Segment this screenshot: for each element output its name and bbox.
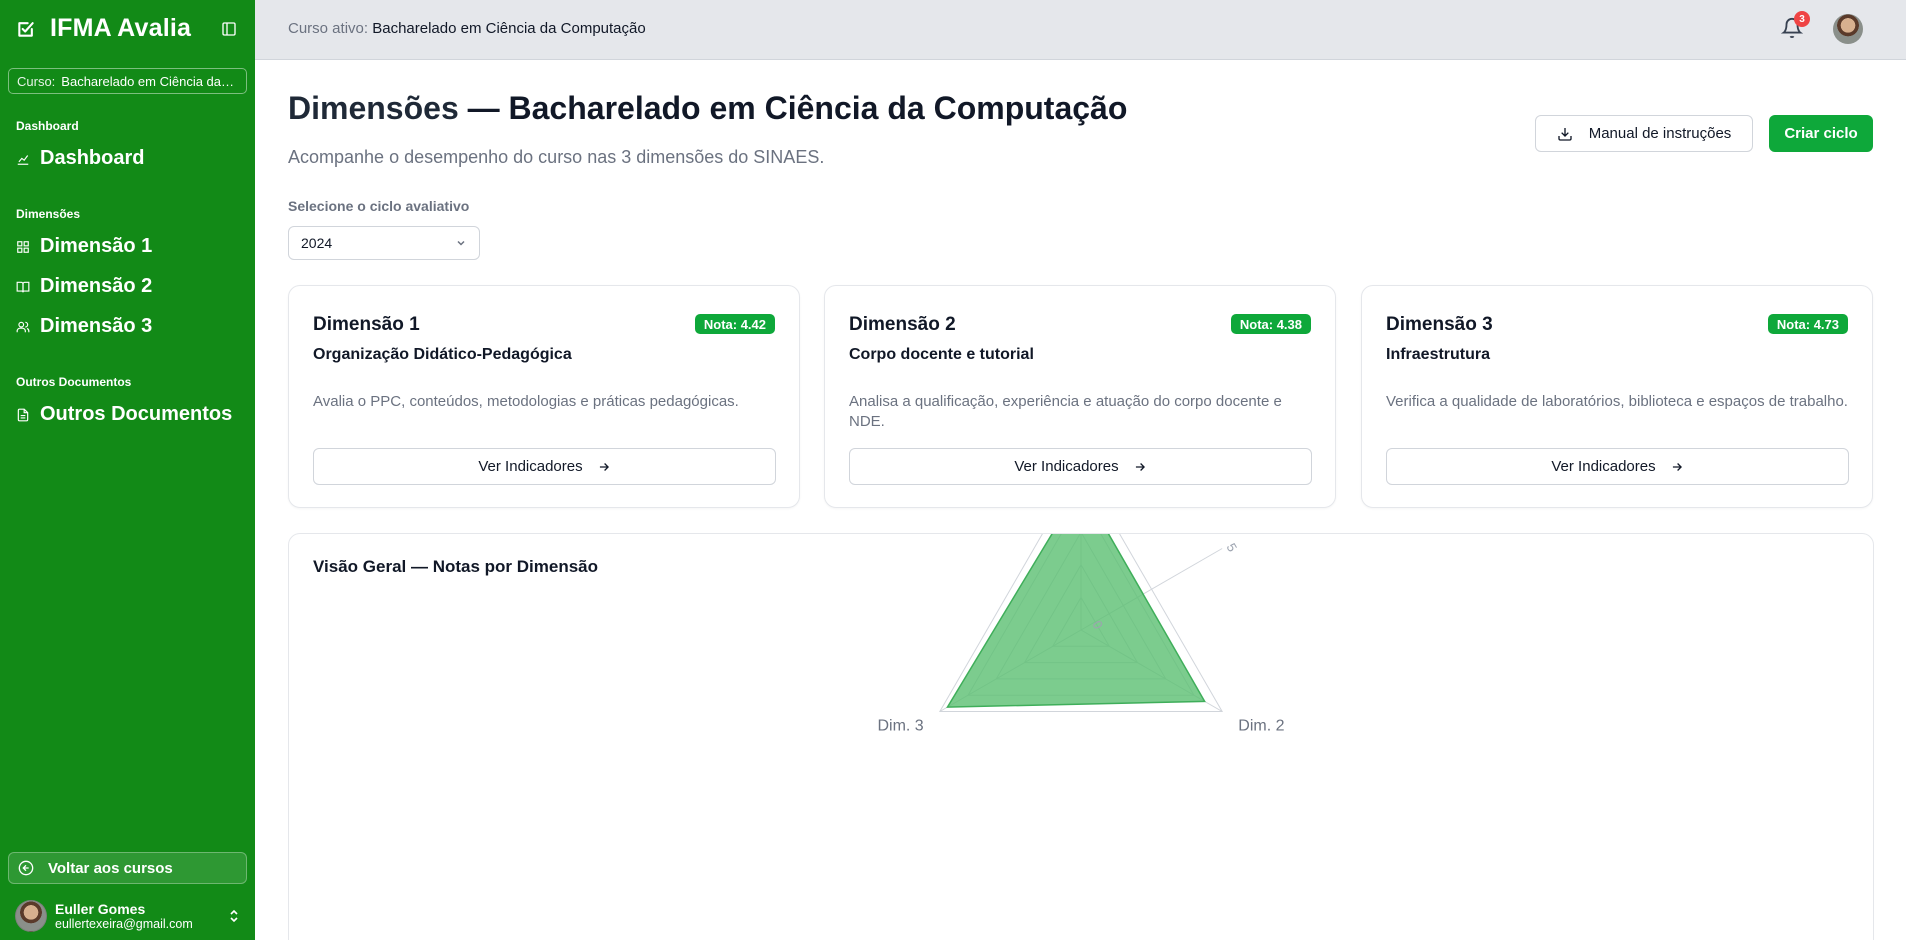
cycle-select[interactable]: 2024 (288, 226, 480, 260)
header-avatar[interactable] (1833, 14, 1863, 44)
document-icon (17, 408, 29, 421)
radar-category-label: Dim. 3 (877, 718, 923, 735)
dimension-card-subtitle: Organização Didático-Pedagógica (313, 346, 572, 363)
sidebar-item-dimensao-1[interactable]: Dimensão 1 (16, 235, 152, 258)
chevron-down-icon (457, 240, 465, 246)
page-subtitle: Acompanhe o desempenho do curso nas 3 di… (288, 147, 825, 167)
radar-series-area (946, 534, 1206, 708)
view-indicators-label: Ver Indicadores (478, 458, 583, 475)
dimension-card-3: Dimensão 3 Nota: 4.73 Infraestrutura Ver… (1361, 285, 1873, 508)
user-email: eullertexeira@gmail.com (55, 917, 193, 931)
page-title: Dimensões — Bacharelado em Ciência da Co… (288, 90, 1127, 127)
avatar (15, 900, 47, 932)
overview-chart-card: Visão Geral — Notas por Dimensão 0 5 Dim. … (288, 533, 1874, 940)
score-badge: Nota: 4.38 (1230, 314, 1311, 334)
cycle-select-label: Selecione o ciclo avaliativo (288, 198, 470, 214)
active-course-label: Curso ativo: (288, 20, 369, 37)
dimension-card-subtitle: Infraestrutura (1386, 346, 1491, 363)
arrow-right-icon (1672, 462, 1682, 471)
view-indicators-button[interactable]: Ver Indicadores (1386, 448, 1849, 485)
radar-category-label: Dim. 2 (1238, 718, 1284, 735)
dimension-card-description: Analisa a qualificação, experiência e at… (849, 393, 1282, 430)
sidebar-item-label: Dimensão 1 (40, 235, 153, 257)
sidebar-item-dashboard[interactable]: Dashboard (16, 147, 144, 170)
dimension-card-subtitle: Corpo docente e tutorial (849, 346, 1034, 363)
course-chip[interactable]: Curso: Bacharelado em Ciência da Computa… (8, 68, 247, 94)
sidebar: IFMA Avalia Curso: Bacharelado em Ciênci… (0, 0, 255, 940)
page-title-part2: — Bacharelado em Ciência da Computação (458, 90, 1128, 126)
sidebar-toggle-icon[interactable] (221, 21, 237, 37)
brand[interactable]: IFMA Avalia (16, 14, 191, 43)
nav-group-dimensoes: Dimensões (16, 207, 81, 221)
dimension-card-description: Verifica a qualidade de laboratórios, bi… (1386, 393, 1848, 410)
chevron-up-down-icon (230, 909, 238, 923)
top-header: Curso ativo: Bacharelado em Ciência da C… (255, 0, 1906, 60)
book-icon (16, 281, 30, 292)
arrow-right-icon (1135, 462, 1145, 471)
grid-icon (17, 240, 29, 253)
radar-tick-label: 5 (1224, 541, 1241, 555)
sidebar-item-dimensao-3[interactable]: Dimensão 3 (16, 315, 152, 338)
cycle-select-value: 2024 (301, 235, 333, 251)
dimension-card-title: Dimensão 3 (1386, 314, 1493, 335)
dimension-card-1: Dimensão 1 Nota: 4.42 Organização Didáti… (288, 285, 800, 508)
user-menu[interactable]: Euller Gomes eullertexeira@gmail.com (15, 898, 240, 934)
users-icon (16, 321, 30, 332)
active-course: Curso ativo: Bacharelado em Ciência da C… (288, 20, 646, 37)
nav-group-outros: Outros Documentos (16, 375, 132, 389)
course-chip-label: Curso: (17, 73, 56, 89)
manual-button-label: Manual de instruções (1588, 125, 1732, 142)
score-badge: Nota: 4.73 (1767, 314, 1848, 334)
back-to-courses-label: Voltar aos cursos (48, 859, 173, 877)
sidebar-item-outros-documentos[interactable]: Outros Documentos (16, 403, 232, 426)
dimension-card-2: Dimensão 2 Nota: 4.38 Corpo docente e tu… (824, 285, 1336, 508)
view-indicators-label: Ver Indicadores (1014, 458, 1119, 475)
download-icon (1558, 127, 1572, 141)
user-name: Euller Gomes (55, 901, 146, 917)
manual-button[interactable]: Manual de instruções (1535, 115, 1753, 152)
create-cycle-button[interactable]: Criar ciclo (1769, 115, 1873, 152)
sidebar-item-label: Dimensão 3 (40, 315, 153, 337)
arrow-left-circle-icon (18, 860, 34, 876)
page-title-part1: Dimensões (288, 90, 459, 126)
arrow-right-icon (599, 462, 609, 471)
dimension-card-description: Avalia o PPC, conteúdos, metodologias e … (313, 393, 739, 410)
view-indicators-label: Ver Indicadores (1551, 458, 1656, 475)
sidebar-item-label: Dashboard (40, 147, 145, 169)
dimension-card-title: Dimensão 2 (849, 314, 956, 335)
checkbox-edit-icon (18, 21, 34, 37)
sidebar-item-label: Outros Documentos (40, 403, 233, 425)
view-indicators-button[interactable]: Ver Indicadores (313, 448, 776, 485)
score-badge: Nota: 4.42 (694, 314, 775, 334)
sidebar-item-label: Dimensão 2 (40, 275, 153, 297)
notification-badge: 3 (1794, 11, 1810, 27)
active-course-value: Bacharelado em Ciência da Computação (372, 20, 646, 37)
view-indicators-button[interactable]: Ver Indicadores (849, 448, 1312, 485)
nav-group-dashboard: Dashboard (16, 119, 79, 133)
radar-chart: 05Dim. 1Dim. 2Dim. 3 (877, 534, 1285, 735)
chart-icon (17, 154, 29, 165)
back-to-courses-button[interactable]: Voltar aos cursos (8, 852, 247, 884)
dimension-card-title: Dimensão 1 (313, 314, 420, 335)
course-chip-value: Bacharelado em Ciência da Computação (61, 73, 236, 89)
brand-name: IFMA Avalia (50, 14, 192, 42)
sidebar-item-dimensao-2[interactable]: Dimensão 2 (16, 275, 152, 298)
